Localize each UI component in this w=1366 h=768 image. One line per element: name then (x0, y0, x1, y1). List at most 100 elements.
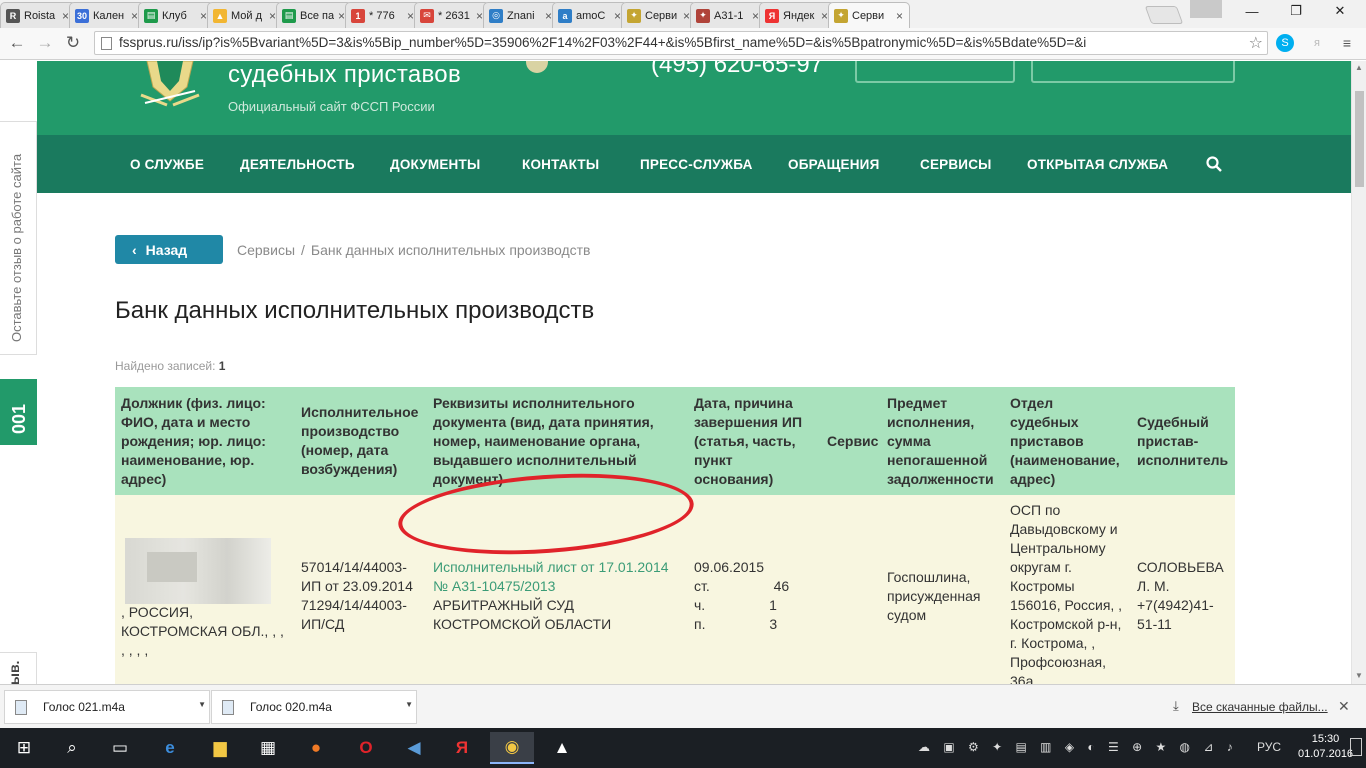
maximize-button[interactable]: ❐ (1274, 0, 1318, 22)
browser-tab[interactable]: ✦ Серви × (621, 2, 697, 28)
skype-extension-icon[interactable]: S (1276, 34, 1294, 52)
browser-tab[interactable]: a amoC × (552, 2, 628, 28)
fssp-emblem-icon[interactable] (137, 61, 203, 109)
close-tab-icon[interactable]: × (62, 9, 69, 23)
feedback-side-tab[interactable]: Оставьте отзыв о работе сайта (0, 121, 37, 355)
edge-icon[interactable]: e (148, 732, 192, 764)
download-item[interactable]: Голос 021.m4a ▼ (4, 690, 210, 724)
firefox-icon[interactable]: ● (294, 732, 338, 764)
close-tab-icon[interactable]: × (896, 9, 903, 23)
nav-item-contacts[interactable]: КОНТАКТЫ (522, 157, 599, 172)
tab-title: Серви (645, 9, 678, 22)
download-item[interactable]: Голос 020.m4a ▼ (211, 690, 417, 724)
address-bar[interactable]: fssprus.ru/iss/ip?is%5Bvariant%5D=3&is%5… (94, 31, 1268, 55)
browser-tab[interactable]: ▤ Клуб × (138, 2, 214, 28)
breadcrumb-services[interactable]: Сервисы (237, 242, 295, 258)
photos-icon[interactable]: ▲ (540, 732, 584, 764)
notifications-icon[interactable] (1350, 738, 1362, 756)
minimize-button[interactable]: — (1230, 0, 1274, 22)
close-tab-icon[interactable]: × (269, 9, 276, 23)
nav-item-documents[interactable]: ДОКУМЕНТЫ (390, 157, 480, 172)
browser-tab[interactable]: 30 Кален × (69, 2, 145, 28)
page-scrollbar[interactable]: ▲ ▼ (1351, 61, 1366, 684)
small-emblem-icon (526, 61, 548, 73)
nav-item-activity[interactable]: ДЕЯТЕЛЬНОСТЬ (240, 157, 355, 172)
browser-tab[interactable]: ✦ А31-1 × (690, 2, 766, 28)
close-tab-icon[interactable]: × (545, 9, 552, 23)
download-filename: Голос 020.m4a (250, 700, 332, 714)
close-tab-icon[interactable]: × (821, 9, 828, 23)
keyboard-language[interactable]: РУС (1257, 740, 1281, 754)
redacted-debtor-block (125, 538, 271, 604)
search-icon[interactable]: ⌕ (50, 732, 94, 764)
tab-title: Znani (507, 9, 535, 22)
yandex-browser-icon[interactable]: Я (440, 732, 484, 764)
scrollbar-thumb[interactable] (1355, 91, 1364, 187)
close-window-button[interactable]: ✕ (1318, 0, 1362, 22)
close-tab-icon[interactable]: × (476, 9, 483, 23)
show-all-downloads-link[interactable]: Все скачанные файлы... (1192, 700, 1328, 714)
breadcrumb: Сервисы / Банк данных исполнительных произ… (237, 242, 591, 258)
nav-item-services[interactable]: СЕРВИСЫ (920, 157, 992, 172)
media-player-icon[interactable]: ◀ (392, 732, 436, 764)
nav-item-open-service[interactable]: ОТКРЫТАЯ СЛУЖБА (1027, 157, 1168, 172)
browser-tab[interactable]: ✦ Серви × (828, 2, 910, 28)
site-title[interactable]: судебных приставов (228, 61, 461, 89)
tab-favicon-icon: ✦ (627, 8, 641, 23)
tab-title: Roista (24, 9, 56, 22)
back-button-label: Назад (145, 241, 188, 258)
browser-menu-icon[interactable]: ≡ (1338, 34, 1356, 52)
nav-item-appeals[interactable]: ОБРАЩЕНИЯ (788, 157, 880, 172)
close-icon[interactable]: ✕ (1338, 698, 1350, 715)
forward-nav-icon[interactable]: → (34, 32, 56, 54)
file-explorer-icon[interactable]: ▆ (198, 732, 242, 764)
new-tab-button[interactable] (1144, 6, 1184, 24)
counter-side-badge[interactable]: 001 (0, 379, 37, 445)
tray-icons[interactable]: ☁ ▣ ⚙ ✦ ▤ ▥ ◈ ◐ ☰ ⊕ ★ ◍ ⊿ ♪ (918, 740, 1238, 754)
browser-tab[interactable]: ▤ Все па × (276, 2, 352, 28)
close-tab-icon[interactable]: × (338, 9, 345, 23)
browser-tab[interactable]: ✉ * 2631 × (414, 2, 490, 28)
close-tab-icon[interactable]: × (614, 9, 621, 23)
header-button-left[interactable] (855, 61, 1015, 83)
close-tab-icon[interactable]: × (683, 9, 690, 23)
profile-button[interactable] (1190, 0, 1222, 18)
close-tab-icon[interactable]: × (407, 9, 414, 23)
chevron-down-icon[interactable]: ▼ (405, 700, 413, 709)
breadcrumb-separator: / (301, 242, 305, 258)
document-link[interactable]: Исполнительный лист от 17.01.2014 № А31-… (433, 558, 682, 596)
nav-item-about[interactable]: О СЛУЖБЕ (130, 157, 204, 172)
header-button-right[interactable] (1031, 61, 1235, 83)
hotline-phone[interactable]: (495) 620-65-97 (651, 61, 823, 79)
search-icon[interactable] (1205, 155, 1223, 173)
opera-icon[interactable]: O (344, 732, 388, 764)
browser-tab[interactable]: R Roista × (0, 2, 76, 28)
browser-tab[interactable]: Я Яндек × (759, 2, 835, 28)
tab-favicon-icon: ◎ (489, 8, 503, 23)
tab-title: Мой д (231, 9, 263, 22)
windows-start-icon[interactable]: ⊞ (2, 732, 46, 764)
system-clock[interactable]: 15:30 01.07.2016 (1298, 732, 1353, 762)
store-icon[interactable]: ▦ (246, 732, 290, 764)
scroll-up-icon[interactable]: ▲ (1355, 63, 1363, 72)
close-tab-icon[interactable]: × (752, 9, 759, 23)
nav-item-press[interactable]: ПРЕСС-СЛУЖБА (640, 157, 753, 172)
close-tab-icon[interactable]: × (131, 9, 138, 23)
bookmark-star-icon[interactable]: ☆ (1249, 33, 1263, 53)
reload-icon[interactable]: ↻ (62, 32, 84, 54)
chevron-down-icon[interactable]: ▼ (198, 700, 206, 709)
header-subject: Предмет исполнения, сумма непогашенной з… (881, 387, 1004, 495)
browser-tab[interactable]: ◎ Znani × (483, 2, 559, 28)
close-tab-icon[interactable]: × (200, 9, 207, 23)
cell-department: ОСП по Давыдовскому и Центральному округ… (1004, 495, 1131, 684)
cell-service (821, 495, 881, 684)
browser-tab[interactable]: 1 * 776 × (345, 2, 421, 28)
browser-tab[interactable]: ▲ Мой д × (207, 2, 283, 28)
side-stub-tab[interactable]: ыв. (0, 652, 37, 684)
chrome-icon[interactable]: ◉ (490, 732, 534, 764)
yandex-extension-icon[interactable]: я (1308, 34, 1326, 52)
back-nav-icon[interactable]: ← (6, 32, 28, 54)
back-button[interactable]: ‹ Назад (115, 235, 223, 264)
task-view-icon[interactable]: ▭ (98, 732, 142, 764)
scroll-down-icon[interactable]: ▼ (1355, 671, 1363, 680)
